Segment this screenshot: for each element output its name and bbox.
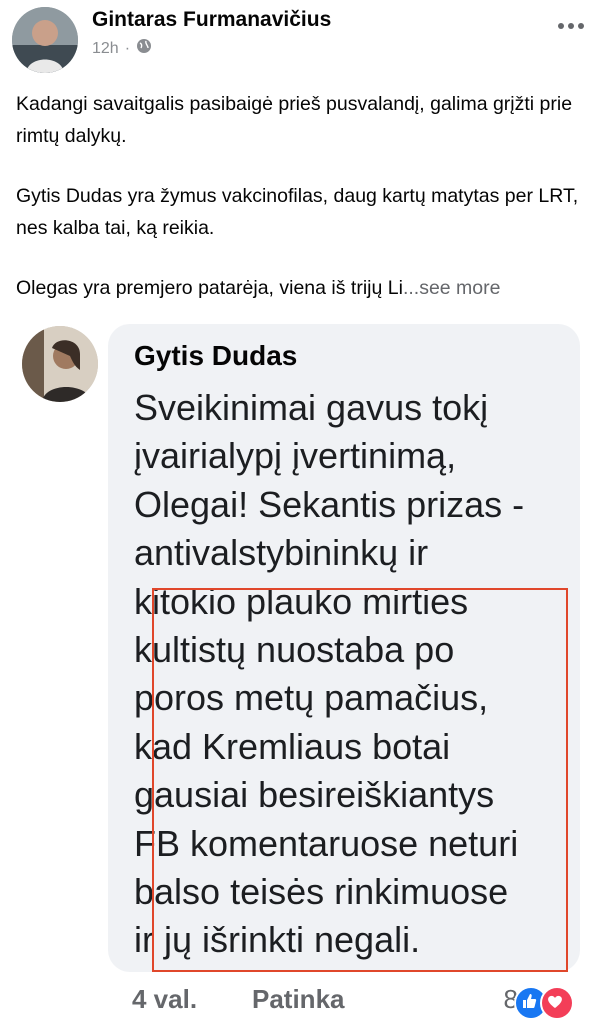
post-paragraph-3: Olegas yra premjero patarėja, viena iš t… <box>16 272 591 304</box>
post-header: Gintaras Furmanavičius 12h · <box>0 0 600 80</box>
more-options-icon[interactable] <box>556 16 586 36</box>
post-paragraph-2: Gytis Dudas yra žymus vakcinofilas, daug… <box>16 185 579 239</box>
comment-line: įvairialypį įvertinimą, <box>134 435 457 477</box>
comment-text: Sveikinimai gavus tokį įvairialypį įvert… <box>134 384 574 972</box>
post-paragraph-3-text: Olegas yra premjero patarėja, viena iš t… <box>16 277 403 299</box>
love-icon[interactable] <box>540 986 574 1020</box>
author-name[interactable]: Gintaras Furmanavičius <box>92 8 331 32</box>
highlight-box <box>152 588 568 972</box>
post-meta: 12h · <box>92 38 152 59</box>
comment-screenshot: Gytis Dudas Sveikinimai gavus tokį įvair… <box>16 324 600 1024</box>
see-more-link[interactable]: ...see more <box>403 277 501 299</box>
meta-separator: · <box>124 39 131 57</box>
commenter-name[interactable]: Gytis Dudas <box>134 340 297 372</box>
comment-line: Olegai! Sekantis prizas - <box>134 483 525 525</box>
comment-footer: 4 val. Patinka 8 <box>120 974 590 1020</box>
comment-line: antivalstybininkų ir <box>134 532 429 574</box>
comment-time[interactable]: 4 val. <box>132 984 197 1015</box>
like-button[interactable]: Patinka <box>252 984 345 1015</box>
commenter-avatar[interactable] <box>22 326 98 402</box>
post-time[interactable]: 12h <box>92 40 119 58</box>
comment-bubble: Gytis Dudas Sveikinimai gavus tokį įvair… <box>108 324 580 972</box>
author-avatar[interactable] <box>12 7 78 73</box>
comment-line: Sveikinimai gavus tokį <box>134 387 489 428</box>
globe-icon <box>136 38 152 59</box>
post-body: Kadangi savaitgalis pasibaigė prieš pusv… <box>16 88 591 332</box>
post-paragraph-1: Kadangi savaitgalis pasibaigė prieš pusv… <box>16 93 573 147</box>
